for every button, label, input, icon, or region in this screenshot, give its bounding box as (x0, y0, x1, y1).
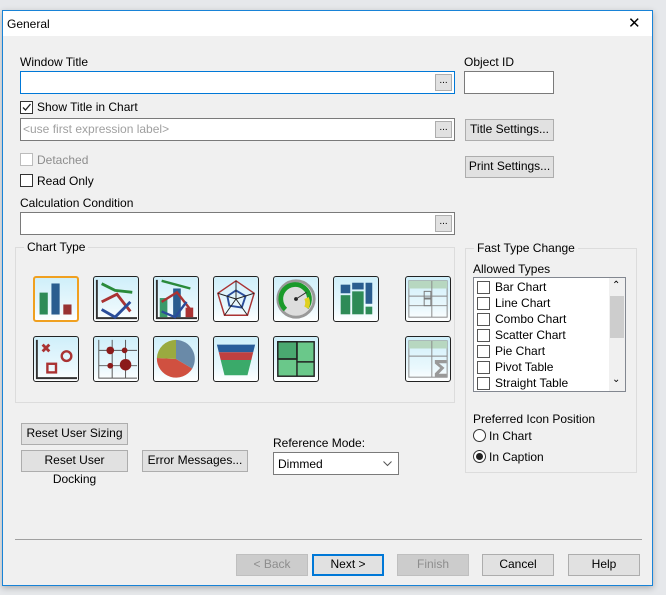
straight-table-checkbox[interactable] (477, 377, 490, 390)
grid-chart-icon[interactable] (93, 336, 139, 382)
read-only-checkbox[interactable] (20, 174, 33, 187)
scrollbar-thumb[interactable] (610, 296, 624, 338)
close-icon[interactable]: ✕ (628, 14, 641, 32)
scrollbar[interactable]: ⌃ ⌄ (609, 278, 625, 391)
calc-condition-input[interactable]: ... (20, 212, 455, 235)
back-button[interactable]: < Back (236, 554, 308, 576)
object-id-label: Object ID (464, 55, 515, 69)
pie-chart-icon[interactable] (153, 336, 199, 382)
item-label: Pivot Table (495, 360, 554, 374)
reference-mode-value: Dimmed (278, 457, 323, 471)
combo-chart-icon[interactable] (153, 276, 199, 322)
item-label: Scatter Chart (495, 328, 566, 342)
read-only-label: Read Only (37, 174, 94, 188)
reference-mode-select[interactable]: Dimmed (273, 452, 399, 475)
pivot-table-checkbox[interactable] (477, 361, 490, 374)
detached-checkbox[interactable] (20, 153, 33, 166)
bar-chart-checkbox[interactable] (477, 281, 490, 294)
item-label: Combo Chart (495, 312, 567, 326)
svg-text:Σ: Σ (433, 357, 449, 381)
item-label: Pie Chart (495, 344, 546, 358)
title-bar: General ✕ (3, 11, 652, 36)
allowed-types-label: Allowed Types (473, 262, 551, 276)
block-chart-icon[interactable] (273, 336, 319, 382)
reset-user-docking-button[interactable]: Reset User Docking (21, 450, 128, 486)
chart-title-input[interactable]: <use first expression label> ... (20, 118, 455, 141)
radar-chart-icon[interactable] (213, 276, 259, 322)
combo-chart-checkbox[interactable] (477, 313, 490, 326)
item-label: Bar Chart (495, 280, 547, 294)
scatter-chart-checkbox[interactable] (477, 329, 490, 342)
fast-type-change-label: Fast Type Change (474, 241, 578, 255)
window-title-ellipsis-button[interactable]: ... (435, 74, 452, 91)
next-button[interactable]: Next > (312, 554, 384, 576)
mekko-chart-icon[interactable] (333, 276, 379, 322)
scatter-chart-icon[interactable] (33, 336, 79, 382)
chart-title-ellipsis-button[interactable]: ... (435, 121, 452, 138)
allowed-types-list[interactable]: Bar Chart Line Chart Combo Chart Scatter… (473, 277, 626, 392)
straight-table-icon[interactable]: Σ (405, 336, 451, 382)
check-icon (22, 103, 31, 111)
detached-label: Detached (37, 153, 89, 167)
line-chart-checkbox[interactable] (477, 297, 490, 310)
cancel-button[interactable]: Cancel (482, 554, 554, 576)
in-chart-label: In Chart (489, 429, 532, 443)
line-chart-icon[interactable] (93, 276, 139, 322)
dialog-title: General (7, 17, 50, 31)
chart-type-label: Chart Type (24, 240, 89, 254)
item-label: Line Chart (495, 296, 551, 310)
object-id-input[interactable] (464, 71, 554, 94)
show-title-label: Show Title in Chart (37, 100, 138, 114)
in-caption-label: In Caption (489, 450, 544, 464)
calc-condition-ellipsis-button[interactable]: ... (435, 215, 452, 232)
print-settings-button[interactable]: Print Settings... (465, 156, 554, 178)
in-caption-radio[interactable] (473, 450, 486, 463)
reset-user-sizing-button[interactable]: Reset User Sizing (21, 423, 128, 445)
window-title-label: Window Title (20, 55, 89, 69)
scroll-down-icon[interactable]: ⌄ (612, 374, 620, 385)
window-title-input[interactable]: ... (20, 71, 455, 94)
help-button[interactable]: Help (568, 554, 640, 576)
footer-divider (15, 539, 642, 540)
funnel-chart-icon[interactable] (213, 336, 259, 382)
bar-chart-icon[interactable] (33, 276, 79, 322)
title-settings-button[interactable]: Title Settings... (465, 119, 554, 141)
pie-chart-checkbox[interactable] (477, 345, 490, 358)
chevron-down-icon (383, 461, 392, 467)
reference-mode-label: Reference Mode: (273, 436, 366, 450)
finish-button[interactable]: Finish (397, 554, 469, 576)
show-title-checkbox[interactable] (20, 101, 33, 114)
item-label: Straight Table (495, 376, 569, 390)
chart-title-placeholder: <use first expression label> (23, 122, 170, 136)
scroll-up-icon[interactable]: ⌃ (612, 280, 620, 291)
gauge-chart-icon[interactable] (273, 276, 319, 322)
in-chart-radio[interactable] (473, 429, 486, 442)
error-messages-button[interactable]: Error Messages... (142, 450, 248, 472)
pivot-table-icon[interactable] (405, 276, 451, 322)
calc-condition-label: Calculation Condition (20, 196, 134, 210)
icon-position-label: Preferred Icon Position (473, 412, 596, 426)
general-dialog: General ✕ Window Title ... Object ID Sho… (2, 10, 653, 586)
